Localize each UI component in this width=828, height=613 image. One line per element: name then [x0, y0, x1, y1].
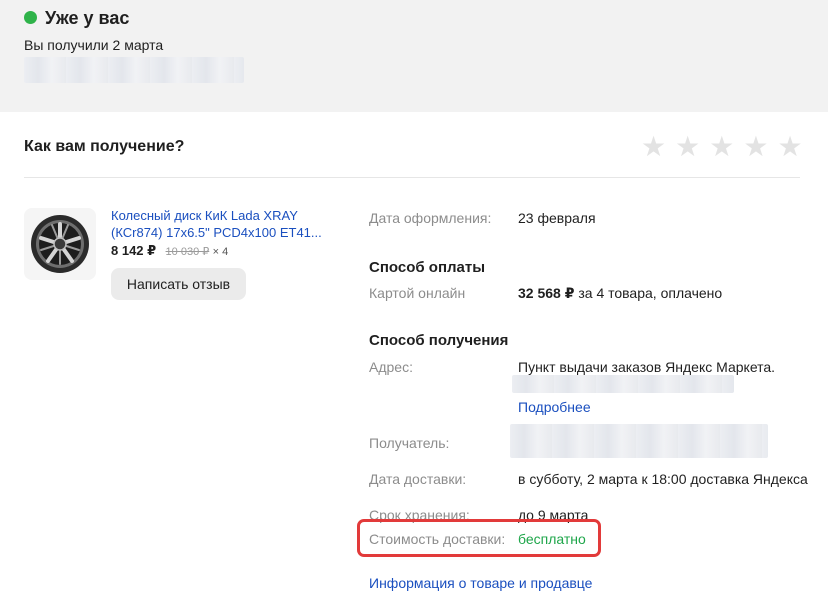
order-status-block: Уже у вас Вы получили 2 марта: [0, 0, 828, 112]
rating-question: Как вам получение?: [24, 138, 185, 155]
payment-amount: 32 568 ₽: [518, 285, 575, 301]
product-seller-info-link[interactable]: Информация о товаре и продавце: [369, 574, 592, 592]
more-details-link[interactable]: Подробнее: [518, 398, 591, 416]
delivery-date-label: Дата доставки:: [369, 471, 467, 487]
address-value: Пункт выдачи заказов Яндекс Маркета.: [518, 359, 776, 375]
wheel-rim-icon: [31, 215, 89, 273]
star-icon-1[interactable]: ★: [641, 132, 666, 162]
product-name-link[interactable]: Колесный диск КиК Lada XRAY (КСr874) 17x…: [111, 207, 336, 241]
product-price: 8 142 ₽: [111, 243, 157, 258]
payment-method-label: Картой онлайн: [369, 285, 466, 301]
recipient-label: Получатель:: [369, 435, 450, 451]
order-date-value: 23 февраля: [518, 210, 596, 226]
divider: [24, 177, 800, 178]
star-icon-3[interactable]: ★: [709, 132, 734, 162]
product-quantity: × 4: [212, 246, 229, 258]
product-old-price: 10 030 ₽: [165, 246, 210, 258]
redacted-address: [512, 375, 734, 393]
product-image[interactable]: [24, 208, 96, 280]
order-date-label: Дата оформления:: [369, 210, 492, 226]
star-icon-4[interactable]: ★: [743, 132, 768, 162]
redacted-order-info: [24, 57, 244, 83]
price-row: 8 142 ₽ 10 030 ₽ × 4: [111, 243, 228, 260]
payment-method-title: Способ оплаты: [369, 259, 486, 276]
star-icon-2[interactable]: ★: [675, 132, 700, 162]
received-date: Вы получили 2 марта: [24, 37, 164, 53]
redacted-recipient: [510, 424, 768, 458]
highlight-annotation: [357, 519, 601, 557]
payment-details: за 4 товара, оплачено: [574, 285, 723, 301]
star-icon-5[interactable]: ★: [777, 132, 802, 162]
status-title: Уже у вас: [45, 8, 130, 28]
write-review-button[interactable]: Написать отзыв: [111, 268, 246, 300]
delivery-method-title: Способ получения: [369, 332, 509, 349]
status-dot-icon: [24, 11, 37, 24]
payment-summary: 32 568 ₽ за 4 товара, оплачено: [518, 284, 722, 302]
delivery-date-value: в субботу, 2 марта к 18:00 доставка Янде…: [518, 471, 808, 487]
address-label: Адрес:: [369, 359, 413, 375]
rating-stars: ★ ★ ★ ★ ★: [641, 132, 803, 162]
